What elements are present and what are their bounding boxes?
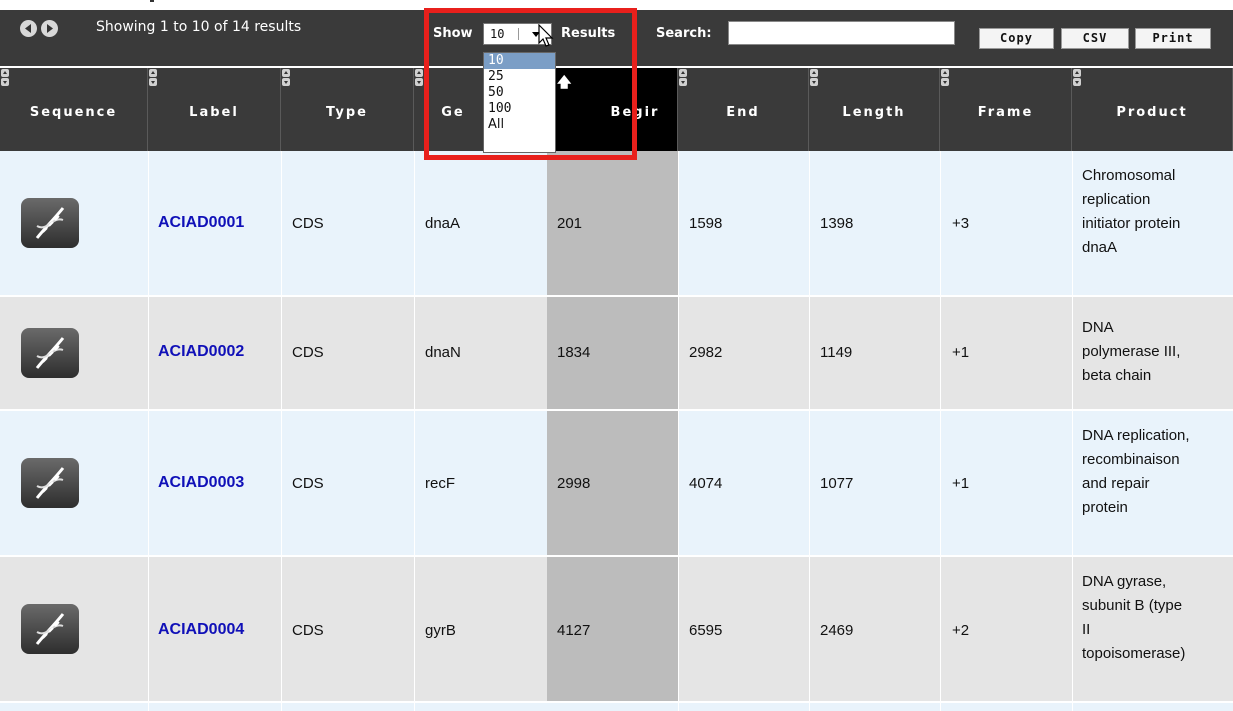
frame-cell: +1	[952, 344, 970, 361]
begin-cell: 4127	[557, 622, 591, 639]
sort-icon[interactable]	[282, 69, 291, 87]
frame-cell: +2	[952, 622, 970, 639]
product-line: and repair	[1082, 475, 1150, 492]
copy-button[interactable]: Copy	[979, 28, 1054, 49]
end-cell: 1598	[689, 215, 723, 232]
csv-button[interactable]: CSV	[1061, 28, 1129, 49]
print-button[interactable]: Print	[1135, 28, 1211, 49]
column-divider	[678, 151, 679, 711]
product-line: DNA gyrase,	[1082, 573, 1167, 590]
sort-icon[interactable]	[149, 69, 158, 87]
column-header-frame[interactable]: Frame	[940, 68, 1072, 151]
search-input[interactable]	[728, 21, 955, 45]
begin-cell: 1834	[557, 344, 591, 361]
next-row-partial	[0, 703, 1233, 711]
product-cell: Chromosomal replication initiator protei…	[1082, 164, 1232, 260]
column-divider	[281, 151, 282, 711]
gene-cell: gyrB	[425, 622, 456, 639]
frame-cell: +3	[952, 215, 970, 232]
results-info: Showing 1 to 10 of 14 results	[96, 19, 302, 35]
product-line: Chromosomal	[1082, 167, 1176, 184]
gene-cell: dnaN	[425, 344, 461, 361]
label-link[interactable]: ACIAD0004	[158, 621, 244, 639]
sort-icon[interactable]	[810, 69, 819, 87]
type-cell: CDS	[292, 344, 324, 361]
sort-icon[interactable]	[1073, 69, 1082, 87]
product-line: recombinaison	[1082, 451, 1180, 468]
product-line: DNA replication,	[1082, 427, 1190, 444]
dna-helix-icon[interactable]	[21, 458, 79, 508]
length-cell: 1149	[820, 344, 853, 361]
type-cell: CDS	[292, 215, 324, 232]
product-line: polymerase III,	[1082, 343, 1181, 360]
next-page-icon[interactable]	[41, 20, 58, 37]
label-link[interactable]: ACIAD0001	[158, 214, 244, 232]
sort-icon[interactable]	[941, 69, 950, 87]
dna-helix-icon[interactable]	[21, 198, 79, 248]
begin-cell: 201	[557, 215, 583, 232]
column-header-sequence[interactable]: Sequence	[0, 68, 148, 151]
gene-cell: dnaA	[425, 215, 461, 232]
table-row: ACIAD0001 CDS dnaA 201 1598 1398 +3 Chro…	[0, 151, 1233, 295]
end-cell: 4074	[689, 475, 723, 492]
product-line: II	[1082, 621, 1091, 638]
product-line: DNA	[1082, 319, 1114, 336]
label-link[interactable]: ACIAD0002	[158, 343, 244, 361]
column-label: Label	[189, 105, 239, 120]
label-link[interactable]: ACIAD0003	[158, 474, 244, 492]
product-cell: DNA gyrase, subunit B (type II topoisome…	[1082, 570, 1232, 666]
annotation-highlight-box	[424, 8, 637, 160]
column-label: Length	[842, 105, 906, 120]
table-row: ACIAD0002 CDS dnaN 1834 2982 1149 +1 DNA…	[0, 297, 1233, 409]
product-line: replication	[1082, 191, 1151, 208]
gene-cell: recF	[425, 475, 455, 492]
product-line: subunit B (type	[1082, 597, 1183, 614]
column-label: End	[726, 105, 760, 120]
product-line: initiator protein	[1082, 215, 1181, 232]
length-cell: 1077	[820, 475, 854, 492]
length-cell: 1398	[820, 215, 854, 232]
column-header-length[interactable]: Length	[809, 68, 940, 151]
product-cell: DNA polymerase III, beta chain	[1082, 316, 1232, 388]
end-cell: 2982	[689, 344, 723, 361]
product-line: dnaA	[1082, 239, 1118, 256]
column-label: Sequence	[29, 105, 118, 120]
column-header-label[interactable]: Label	[148, 68, 281, 151]
column-divider	[414, 151, 415, 711]
type-cell: CDS	[292, 622, 324, 639]
begin-cell: 2998	[557, 475, 591, 492]
column-header-product[interactable]: Product	[1072, 68, 1233, 151]
column-divider	[809, 151, 810, 711]
search-label: Search:	[656, 26, 712, 41]
frame-cell: +1	[952, 475, 970, 492]
column-label: Frame	[977, 105, 1034, 120]
sort-icon[interactable]	[679, 69, 688, 87]
product-cell: DNA replication, recombinaison and repai…	[1082, 424, 1232, 520]
sort-icon[interactable]	[1, 69, 10, 87]
sort-icon[interactable]	[415, 69, 424, 87]
dna-helix-icon[interactable]	[21, 604, 79, 654]
column-divider	[1072, 151, 1073, 711]
column-divider	[148, 151, 149, 711]
previous-page-icon[interactable]	[20, 20, 37, 37]
product-line: topoisomerase)	[1082, 645, 1186, 662]
end-cell: 6595	[689, 622, 723, 639]
column-header-end[interactable]: End	[678, 68, 809, 151]
type-cell: CDS	[292, 475, 324, 492]
column-divider	[940, 151, 941, 711]
length-cell: 2469	[820, 622, 854, 639]
table-row: ACIAD0003 CDS recF 2998 4074 1077 +1 DNA…	[0, 411, 1233, 555]
column-label: Product	[1116, 105, 1188, 120]
product-line: protein	[1082, 499, 1128, 516]
product-line: beta chain	[1082, 367, 1152, 384]
toolbar-marker	[150, 0, 154, 2]
table-row: ACIAD0004 CDS gyrB 4127 6595 2469 +2 DNA…	[0, 557, 1233, 701]
dna-helix-icon[interactable]	[21, 328, 79, 378]
